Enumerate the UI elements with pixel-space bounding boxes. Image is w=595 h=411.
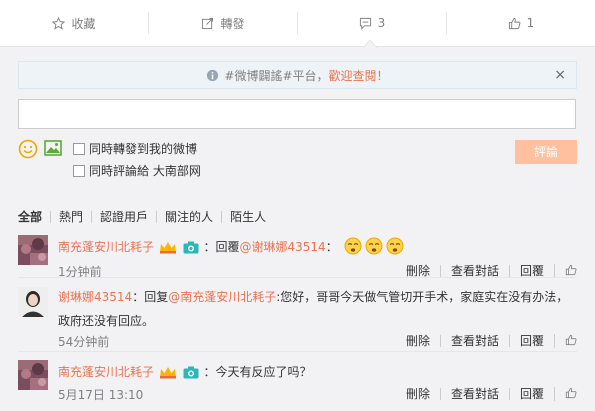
comment-panel: #微博闢謠#平台， 歡迎查閱！ × 同時轉發到我的微博 同時評論給 大南部网 評…	[0, 40, 595, 411]
comment-text: 南充蓬安川北耗子 ：回覆@谢琳娜43514：	[58, 235, 577, 259]
topic-hashtags: #微博闢謠#平台，	[224, 68, 329, 83]
comment-item: 谢琳娜43514：回复@南充蓬安川北耗子:您好，哥哥今天做气管切开手术，家庭实在…	[18, 287, 577, 349]
star-icon	[52, 16, 66, 30]
reply-link[interactable]: 回覆	[508, 265, 554, 277]
delete-link[interactable]: 刪除	[396, 265, 440, 277]
filter-tabs: 全部 熱門 認證用戶 關注的人 陌生人	[18, 208, 274, 226]
avatar[interactable]	[18, 360, 48, 390]
delete-link[interactable]: 刪除	[396, 388, 440, 400]
favorite-label: 收藏	[71, 16, 96, 31]
comment-option-label: 同時評論給 大南部网	[89, 164, 201, 178]
reply-link[interactable]: 回覆	[508, 388, 554, 400]
tab-all[interactable]: 全部	[18, 211, 50, 223]
repost-option[interactable]: 同時轉發到我的微博	[73, 140, 197, 157]
image-icon[interactable]	[44, 140, 62, 156]
avatar[interactable]	[18, 235, 48, 265]
avatar[interactable]	[18, 287, 48, 317]
divider	[18, 277, 577, 278]
comment-item: 南充蓬安川北耗子 ：回覆@谢琳娜43514： 1分钟前 刪除 查看對話 回覆	[18, 235, 577, 279]
divider	[18, 351, 577, 352]
view-conversation-link[interactable]: 查看對話	[439, 265, 509, 277]
comment-prefix: ：回覆	[203, 240, 240, 254]
topic-notice: #微博闢謠#平台， 歡迎查閱！ ×	[18, 61, 577, 89]
comment-suffix: ：	[325, 240, 338, 254]
tab-hot[interactable]: 熱門	[50, 211, 91, 223]
thumbs-up-icon	[508, 17, 521, 29]
comment-user[interactable]: 南充蓬安川北耗子	[58, 365, 154, 379]
action-bar: 收藏 轉發 3 1	[0, 0, 595, 47]
vip-crown-icon	[159, 242, 176, 254]
sleepy-emoji-icon	[365, 237, 383, 255]
vip-crown-icon	[159, 367, 176, 379]
sleepy-emoji-icon	[386, 237, 404, 255]
repost-icon	[202, 17, 214, 29]
panel-pointer	[363, 40, 377, 48]
sleepy-emoji-icon	[344, 237, 362, 255]
tab-following[interactable]: 關注的人	[156, 211, 221, 223]
tab-verified[interactable]: 認證用戶	[91, 211, 156, 223]
comment-actions: 刪除 查看對話 回覆	[396, 387, 577, 401]
comment-body: 谢琳娜43514：回复@南充蓬安川北耗子:您好，哥哥今天做气管切开手术，家庭实在…	[58, 285, 577, 333]
thumbs-up-icon	[565, 264, 577, 276]
comment-actions: 刪除 查看對話 回覆	[396, 264, 577, 278]
comment-actions: 刪除 查看對話 回覆	[396, 334, 577, 348]
emoji-icon[interactable]	[18, 139, 38, 159]
comment-icon	[359, 17, 371, 30]
comment-prefix: ：今天有反应了吗？	[203, 365, 312, 379]
comment-input[interactable]	[18, 99, 576, 129]
comment-mention[interactable]: @南充蓬安川北耗子	[168, 290, 276, 304]
favorite-button[interactable]: 收藏	[0, 12, 149, 34]
like-comment-button[interactable]	[554, 387, 577, 401]
comment-checkbox[interactable]	[73, 164, 85, 177]
tab-strangers[interactable]: 陌生人	[221, 211, 274, 223]
comment-body: 南充蓬安川北耗子 ：今天有反应了吗？	[58, 360, 577, 384]
comment-time: 5月17日 13:10	[58, 388, 144, 402]
repost-option-label: 同時轉發到我的微博	[89, 142, 198, 156]
comment-option[interactable]: 同時評論給 大南部网	[73, 162, 201, 179]
comment-count: 3	[377, 16, 386, 30]
comment-prefix: ：回复	[132, 290, 169, 304]
view-conversation-link[interactable]: 查看對話	[439, 335, 509, 347]
camera-icon	[183, 241, 199, 254]
comment-mention[interactable]: @谢琳娜43514	[240, 240, 326, 254]
info-icon	[207, 69, 219, 81]
like-comment-button[interactable]	[554, 334, 577, 348]
thumbs-up-icon	[565, 387, 577, 399]
repost-button[interactable]: 轉發	[149, 12, 298, 34]
delete-link[interactable]: 刪除	[396, 335, 440, 347]
comment-button[interactable]: 3	[298, 12, 447, 34]
comment-text: 南充蓬安川北耗子 ：今天有反应了吗？	[58, 360, 577, 384]
comment-time: 54分钟前	[58, 335, 110, 349]
thumbs-up-icon	[565, 334, 577, 346]
like-button[interactable]: 1	[447, 12, 595, 34]
like-comment-button[interactable]	[554, 264, 577, 278]
repost-checkbox[interactable]	[73, 142, 85, 155]
comment-item: 南充蓬安川北耗子 ：今天有反应了吗？ 5月17日 13:10 刪除 查看對話 回…	[18, 360, 577, 404]
close-icon[interactable]: ×	[554, 67, 566, 83]
comment-body: 南充蓬安川北耗子 ：回覆@谢琳娜43514：	[58, 235, 577, 259]
reply-link[interactable]: 回覆	[508, 335, 554, 347]
view-conversation-link[interactable]: 查看對話	[439, 388, 509, 400]
topic-link[interactable]: 歡迎查閱！	[329, 67, 389, 84]
camera-icon	[183, 366, 199, 379]
repost-label: 轉發	[220, 16, 245, 31]
comment-user[interactable]: 谢琳娜43514	[58, 290, 132, 304]
compose-tools: 同時轉發到我的微博 同時評論給 大南部网 評論	[18, 137, 577, 179]
comment-text: 谢琳娜43514：回复@南充蓬安川北耗子:您好，哥哥今天做气管切开手术，家庭实在…	[58, 285, 577, 333]
like-count: 1	[526, 16, 535, 30]
comment-user[interactable]: 南充蓬安川北耗子	[58, 240, 154, 254]
submit-comment-button[interactable]: 評論	[515, 140, 577, 164]
